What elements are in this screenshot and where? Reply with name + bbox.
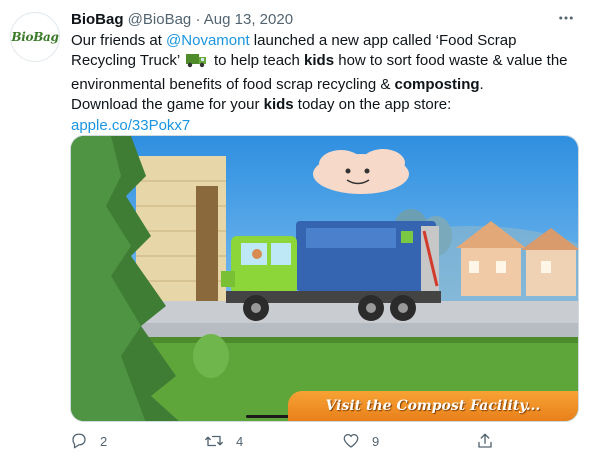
more-icon[interactable] xyxy=(556,8,576,28)
tweet[interactable]: BioBag BioBag @BioBag · Aug 13, 2020 Our… xyxy=(0,0,590,459)
game-scene-illustration xyxy=(71,136,578,421)
retweet-count: 4 xyxy=(236,433,244,449)
cta-label: Visit the Compost Facility... xyxy=(325,398,541,414)
tweet-text: Our friends at @Novamont launched a new … xyxy=(71,31,581,136)
mention-link[interactable]: @Novamont xyxy=(166,32,250,49)
text-fragment-bold: kids xyxy=(263,96,294,114)
text-fragment: to help teach xyxy=(209,52,305,70)
tweet-text-line: Recycling Truck’ to help teach kids how … xyxy=(71,51,581,74)
tweet-text-line: Our friends at @Novamont launched a new … xyxy=(71,31,581,51)
heart-icon xyxy=(343,433,359,448)
text-fragment: . xyxy=(479,75,484,93)
tweet-header: BioBag @BioBag · Aug 13, 2020 xyxy=(71,10,571,30)
user-handle[interactable]: @BioBag xyxy=(128,11,192,28)
smiling-cloud xyxy=(313,149,409,194)
app-store-link[interactable]: apple.co/33Pokx7 xyxy=(71,117,190,134)
text-fragment: launched a new app called ‘Food Scrap xyxy=(249,32,517,49)
text-fragment-bold: kids xyxy=(304,52,335,70)
tweet-actions: 2 4 9 xyxy=(70,430,580,452)
display-name[interactable]: BioBag xyxy=(71,11,124,28)
like-button[interactable]: 9 xyxy=(342,430,379,452)
reply-button[interactable]: 2 xyxy=(70,430,107,452)
tweet-date[interactable]: Aug 13, 2020 xyxy=(204,11,293,28)
text-fragment: how to sort food waste & value the xyxy=(334,52,568,70)
media-video-preview[interactable]: Visit the Compost Facility... xyxy=(70,135,579,422)
tweet-text-line: Download the game for your kids today on… xyxy=(71,95,581,115)
visit-compost-facility-button[interactable]: Visit the Compost Facility... xyxy=(288,391,578,421)
like-count: 9 xyxy=(372,433,380,449)
share-icon xyxy=(478,433,492,448)
header-separator: · xyxy=(195,11,201,28)
avatar[interactable]: BioBag xyxy=(10,12,60,62)
truck-emoji xyxy=(185,52,208,74)
tweet-text-line: apple.co/33Pokx7 xyxy=(71,116,581,136)
text-fragment: today on the app store: xyxy=(293,96,452,114)
text-fragment-bold: composting xyxy=(394,75,480,93)
retweet-button[interactable]: 4 xyxy=(204,430,243,452)
text-fragment: Recycling Truck’ xyxy=(71,52,184,70)
share-button[interactable] xyxy=(476,430,506,452)
text-fragment: Our friends at xyxy=(71,32,167,49)
tweet-text-line: environmental benefits of food scrap rec… xyxy=(71,75,581,95)
text-fragment: Download the game for your xyxy=(71,96,264,114)
reply-icon xyxy=(72,433,86,449)
retweet-icon xyxy=(205,435,223,447)
biobag-logo: BioBag xyxy=(11,23,59,51)
avatar-logo-text: BioBag xyxy=(11,30,59,44)
text-fragment: environmental benefits of food scrap rec… xyxy=(71,75,395,93)
reply-count: 2 xyxy=(100,433,108,449)
